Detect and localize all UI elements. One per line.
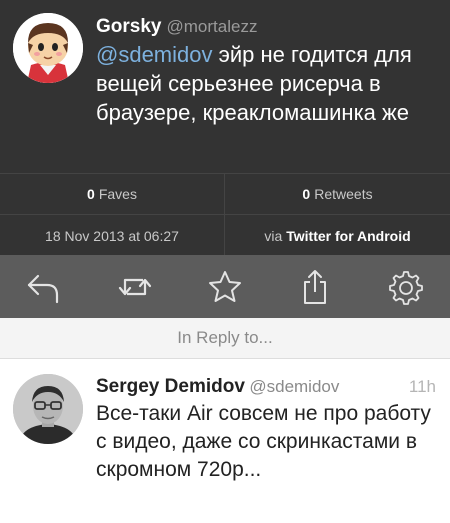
tweet-text: @sdemidov эйр не годится для вещей серье…: [96, 40, 436, 127]
retweets-label: Retweets: [314, 186, 373, 202]
faves-cell[interactable]: 0 Faves: [0, 174, 225, 215]
share-button[interactable]: [293, 265, 337, 309]
animal-crossing-avatar-icon: [13, 13, 83, 83]
mention-link[interactable]: @sdemidov: [96, 42, 213, 67]
star-icon: [209, 271, 241, 302]
client-name[interactable]: Twitter for Android: [286, 228, 410, 244]
faves-count: 0: [87, 186, 95, 202]
reply-text: Все-таки Air совсем не про работу с виде…: [96, 402, 431, 481]
in-reply-to-label: In Reply to...: [177, 328, 273, 347]
person-photo-avatar-icon: [13, 374, 83, 444]
retweet-button[interactable]: [113, 265, 157, 309]
reply-icon: [27, 274, 59, 304]
via-label: via: [264, 227, 283, 244]
timestamp-cell: 18 Nov 2013 at 06:27: [0, 215, 225, 256]
author-handle[interactable]: @mortalezz: [167, 17, 258, 36]
share-icon: [304, 270, 326, 304]
faves-label: Faves: [98, 186, 137, 202]
action-toolbar: [0, 255, 450, 318]
retweets-count: 0: [302, 186, 311, 202]
client-cell[interactable]: via Twitter for Android: [225, 215, 450, 256]
settings-button[interactable]: [384, 265, 428, 309]
favorite-button[interactable]: [203, 265, 247, 309]
reply-tweet[interactable]: Sergey Demidov @sdemidov 11h Все-таки Ai…: [0, 360, 450, 523]
author-name[interactable]: Gorsky: [96, 16, 161, 37]
tweet-detail-panel: Gorsky @mortalezz @sdemidov эйр не годит…: [0, 0, 450, 256]
author-avatar[interactable]: [13, 13, 83, 83]
reply-author-avatar[interactable]: [13, 374, 83, 444]
reply-header: Sergey Demidov @sdemidov: [96, 376, 339, 398]
tweet-header: Gorsky @mortalezz: [96, 15, 257, 38]
gear-icon: [389, 271, 423, 305]
reply-time: 11h: [408, 377, 436, 396]
retweet-icon: [118, 278, 152, 296]
timestamp: 18 Nov 2013 at 06:27: [45, 227, 179, 244]
reply-button[interactable]: [22, 265, 66, 309]
reply-author-name[interactable]: Sergey Demidov: [96, 376, 245, 397]
tweet-stats: 0 Faves 0 Retweets 18 Nov 2013 at 06:27 …: [0, 173, 450, 256]
retweets-cell[interactable]: 0 Retweets: [225, 174, 450, 215]
reply-author-handle[interactable]: @sdemidov: [249, 377, 339, 396]
in-reply-to-header[interactable]: In Reply to...: [0, 318, 450, 359]
